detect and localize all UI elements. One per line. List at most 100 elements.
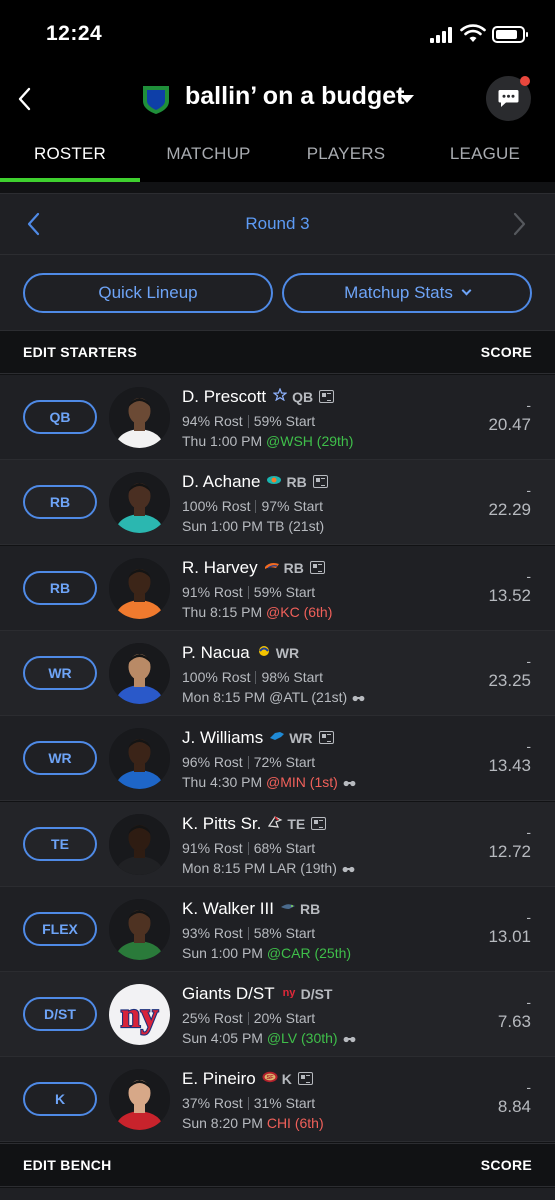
player-name[interactable]: D. Achane [182,472,260,491]
lineup-slot-button[interactable]: FLEX [23,912,97,946]
tab-players[interactable]: PLAYERS [277,130,415,182]
news-icon[interactable] [318,731,334,744]
player-name-line[interactable]: Giants D/ST ny D/ST [182,984,332,1004]
projected-score: 12.72 [488,842,531,861]
player-headshot[interactable] [109,814,170,875]
player-name[interactable]: R. Harvey [182,558,258,577]
player-headshot[interactable] [109,1069,170,1130]
rostered-percent: 91% Rost [182,584,243,600]
tab-roster[interactable]: ROSTER [0,130,140,182]
next-round-icon[interactable] [511,212,527,236]
player-name-line[interactable]: D. Achane RB [182,472,328,492]
divider [255,500,257,513]
matchup-stats-button[interactable]: Matchup Stats [282,273,532,313]
game-info: Sun 8:20 PM CHI (6th) [182,1115,324,1131]
lineup-slot-button[interactable]: WR [23,656,97,690]
rostered-percent: 91% Rost [182,840,243,856]
49ers-icon: SF [262,1071,278,1083]
actual-score: - [526,482,531,498]
lineup-slot-button[interactable]: K [23,1082,97,1116]
player-row[interactable]: RB R. Harvey RB 91% Rost 59% Start Thu 8:15 P… [0,546,555,631]
player-position: WR [275,645,300,661]
player-position: RB [286,474,307,490]
seahawk-icon [280,901,296,913]
player-name[interactable]: P. Nacua [182,643,250,662]
player-position: RB [299,901,321,917]
player-name[interactable]: D. Prescott [182,387,266,406]
player-headshot[interactable] [109,899,170,960]
player-ownership: 96% Rost 72% Start [182,754,315,770]
opponent-rank: LAR (19th) [269,860,337,876]
news-icon[interactable] [311,817,327,830]
lineup-slot-button[interactable]: QB [23,400,97,434]
game-time: Thu 4:30 PM [182,774,263,790]
ram-icon [256,645,272,657]
lineup-slot-button[interactable]: RB [23,485,97,519]
player-name[interactable]: Giants D/ST [182,984,275,1003]
action-bar: Quick Lineup Matchup Stats [0,255,555,330]
player-position: TE [287,816,306,832]
caret-down-icon[interactable] [400,95,414,103]
player-headshot[interactable] [109,643,170,704]
player-row[interactable]: TE K. Pitts Sr. TE 91% Rost 68% Start Mon 8:1… [0,802,555,887]
player-row[interactable]: RB D. Achane RB 100% Rost 97% Start Sun 1:00 … [0,460,555,545]
lineup-slot-button[interactable]: D/ST [23,997,97,1031]
player-row[interactable]: K E. Pineiro SF K 37% Rost 31% Start Sun 8:20 … [0,1057,555,1142]
projected-score: 22.29 [488,500,531,519]
player-name-line[interactable]: E. Pineiro SF K [182,1069,313,1089]
lineup-slot-button[interactable]: WR [23,741,97,775]
player-row[interactable]: QB D. Prescott QB 94% Rost 59% Start Thu 1:00… [0,375,555,460]
started-percent: 20% Start [253,1010,316,1026]
player-row[interactable]: WR P. Nacua WR 100% Rost 98% Start Mon 8:15 P… [0,631,555,716]
player-name[interactable]: E. Pineiro [182,1069,256,1088]
back-chevron-icon[interactable] [14,84,38,114]
news-icon[interactable] [297,1072,313,1085]
started-percent: 68% Start [253,840,316,856]
player-headshot[interactable] [109,472,170,533]
opponent-rank: CHI (6th) [266,1115,324,1131]
player-name[interactable]: K. Walker III [182,899,274,918]
quick-lineup-label: Quick Lineup [98,283,198,302]
player-name-line[interactable]: K. Pitts Sr. TE [182,814,327,834]
player-name[interactable]: K. Pitts Sr. [182,814,261,833]
news-icon[interactable] [319,390,335,403]
quick-lineup-button[interactable]: Quick Lineup [23,273,273,313]
news-icon[interactable] [312,475,328,488]
edit-starters-label[interactable]: EDIT STARTERS [23,344,137,360]
divider [247,927,249,940]
player-row[interactable]: WR J. Williams WR 96% Rost 72% Start Thu 4:30… [0,716,555,801]
player-name-line[interactable]: D. Prescott QB [182,387,335,407]
player-name-line[interactable]: K. Walker III RB [182,899,320,919]
divider [247,586,249,599]
started-percent: 97% Start [261,498,323,514]
game-info: Sun 1:00 PM TB (21st) [182,518,324,534]
rostered-percent: 100% Rost [182,498,251,514]
player-row[interactable]: D/ST ny Giants D/ST ny D/ST 25% Rost 20% Start… [0,972,555,1057]
tab-league[interactable]: LEAGUE [415,130,555,182]
status-bar: 12:24 [0,0,555,70]
team-title[interactable]: ballin’ on a budget [185,82,404,111]
lineup-slot-button[interactable]: RB [23,571,97,605]
star-icon [272,387,288,402]
projected-score: 20.47 [488,415,531,434]
player-row[interactable]: FLEX K. Walker III RB 93% Rost 58% Start Sun … [0,887,555,972]
player-headshot[interactable] [109,387,170,448]
news-icon[interactable] [309,561,325,574]
tab-matchup[interactable]: MATCHUP [140,130,277,182]
edit-bench-label[interactable]: EDIT BENCH [23,1157,112,1173]
actual-score: - [526,824,531,840]
player-name-line[interactable]: R. Harvey RB [182,558,325,578]
player-headshot[interactable] [109,728,170,789]
divider [247,842,249,855]
started-percent: 98% Start [261,669,323,685]
player-name-line[interactable]: P. Nacua WR [182,643,299,663]
player-headshot[interactable] [109,558,170,619]
dolphin-icon [266,474,282,486]
player-name-line[interactable]: J. Williams WR [182,728,334,748]
player-name[interactable]: J. Williams [182,728,263,747]
opponent-rank: TB (21st) [266,518,325,534]
lineup-slot-button[interactable]: TE [23,827,97,861]
player-position: WR [289,730,313,746]
player-headshot[interactable]: ny [109,984,170,1045]
active-tab-indicator [0,178,140,182]
